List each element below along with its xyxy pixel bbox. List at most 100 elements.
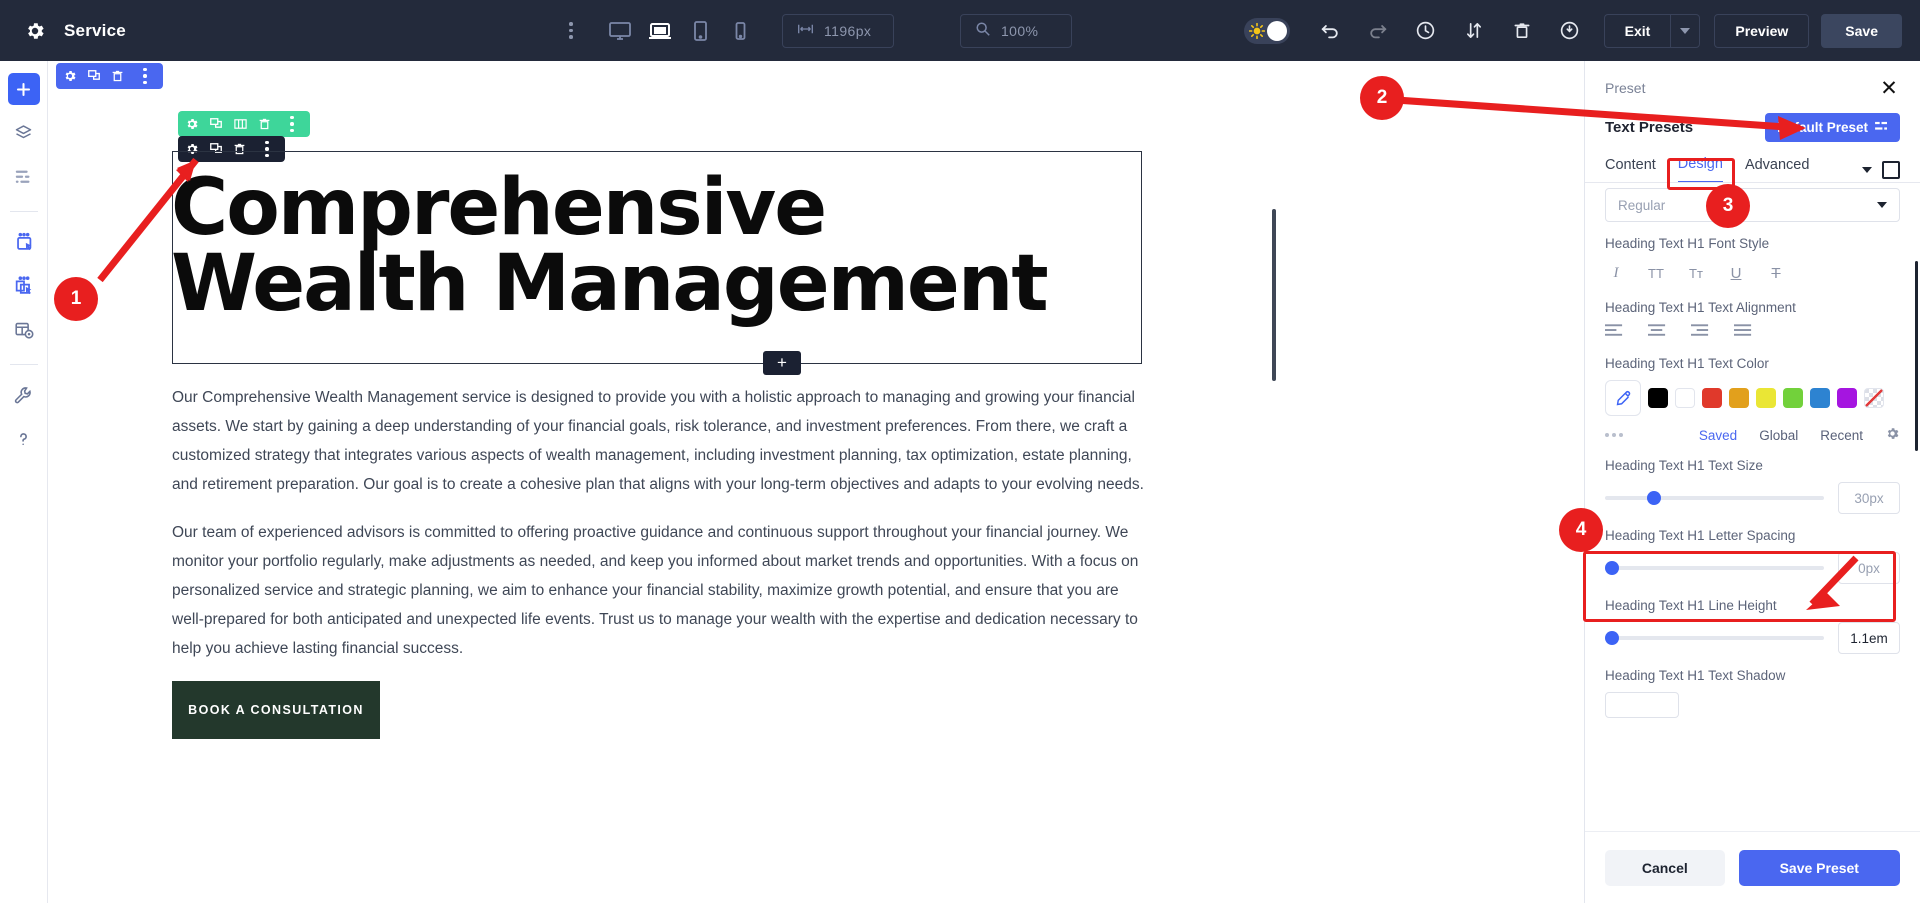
- wrench-icon[interactable]: [8, 379, 40, 411]
- list-icon[interactable]: [8, 161, 40, 193]
- font-weight-select[interactable]: Regular: [1605, 188, 1900, 222]
- line-height-field[interactable]: 1.1em: [1838, 622, 1900, 654]
- block-select-icon[interactable]: [8, 226, 40, 258]
- gear-icon[interactable]: [63, 69, 77, 83]
- preview-button[interactable]: Preview: [1714, 13, 1810, 48]
- save-button[interactable]: Save: [1821, 13, 1902, 48]
- sort-transfer-icon[interactable]: [1457, 14, 1491, 48]
- line-height-slider[interactable]: [1605, 631, 1824, 645]
- heading-text[interactable]: Comprehensive Wealth Management: [171, 152, 1141, 323]
- duplicate-icon[interactable]: [209, 117, 223, 131]
- align-right-icon[interactable]: [1691, 324, 1710, 342]
- exit-button[interactable]: Exit: [1603, 13, 1671, 48]
- cancel-button[interactable]: Cancel: [1605, 849, 1725, 886]
- section-toolbar-green[interactable]: [178, 111, 310, 137]
- gear-icon[interactable]: [1885, 426, 1900, 444]
- trash-icon[interactable]: [111, 69, 124, 83]
- gear-icon[interactable]: [24, 20, 46, 42]
- swatch-transparent[interactable]: [1864, 388, 1884, 408]
- power-icon[interactable]: [1553, 14, 1587, 48]
- heading-element-box[interactable]: Comprehensive Wealth Management +: [171, 151, 1142, 375]
- tablet-icon[interactable]: [680, 14, 720, 48]
- blocks-copy-select-icon[interactable]: [8, 270, 40, 302]
- swatch-orange[interactable]: [1729, 388, 1749, 408]
- more-vertical-icon[interactable]: [134, 63, 156, 89]
- font-style-group: Heading Text H1 Font Style I TT Tᴛ U T: [1605, 236, 1900, 286]
- columns-icon[interactable]: [233, 117, 248, 131]
- redo-icon[interactable]: [1361, 14, 1395, 48]
- swatch-purple[interactable]: [1837, 388, 1857, 408]
- section-toolbar-blue[interactable]: [56, 63, 163, 89]
- swatch-blue[interactable]: [1810, 388, 1830, 408]
- swatch-yellow[interactable]: [1756, 388, 1776, 408]
- width-arrows-icon: [797, 22, 814, 39]
- gear-icon[interactable]: [185, 117, 199, 131]
- text-presets-label: Text Presets: [1605, 119, 1694, 136]
- swatch-white[interactable]: [1675, 388, 1695, 408]
- annotation-marker-3: 3: [1706, 184, 1750, 228]
- question-icon[interactable]: [8, 423, 40, 455]
- text-size-slider[interactable]: [1605, 491, 1824, 505]
- chevron-down-icon[interactable]: [1670, 13, 1701, 48]
- align-left-icon[interactable]: [1605, 324, 1624, 342]
- add-element-tab[interactable]: +: [763, 351, 801, 375]
- line-height-slider-knob[interactable]: [1605, 631, 1619, 645]
- align-center-icon[interactable]: [1648, 324, 1667, 342]
- swatch-green[interactable]: [1783, 388, 1803, 408]
- history-icon[interactable]: [1409, 14, 1443, 48]
- laptop-icon[interactable]: [640, 14, 680, 48]
- layers-icon[interactable]: [8, 117, 40, 149]
- zoom-field[interactable]: 100%: [960, 13, 1072, 48]
- swatch-black[interactable]: [1648, 388, 1668, 408]
- trash-icon[interactable]: [1505, 14, 1539, 48]
- text-shadow-control[interactable]: [1605, 692, 1679, 718]
- underline-icon[interactable]: U: [1725, 265, 1747, 282]
- editor-canvas[interactable]: Comprehensive Wealth Management + Our Co…: [48, 61, 1280, 903]
- alignment-icons: [1605, 324, 1900, 342]
- body-copy[interactable]: Our Comprehensive Wealth Management serv…: [172, 383, 1152, 682]
- monitor-icon[interactable]: [600, 14, 640, 48]
- undo-icon[interactable]: [1313, 14, 1347, 48]
- default-preset-button[interactable]: Default Preset: [1765, 113, 1900, 142]
- text-size-label: Heading Text H1 Text Size: [1605, 458, 1763, 473]
- text-size-slider-knob[interactable]: [1646, 491, 1661, 505]
- canvas-width-field[interactable]: 1196px: [782, 13, 894, 48]
- theme-toggle[interactable]: [1243, 17, 1290, 44]
- panel-scrollbar[interactable]: [1915, 261, 1918, 451]
- more-horizontal-icon[interactable]: [1605, 433, 1623, 437]
- mobile-icon[interactable]: [720, 14, 760, 48]
- save-preset-button[interactable]: Save Preset: [1738, 849, 1900, 886]
- more-vertical-icon[interactable]: [281, 111, 303, 137]
- panel-header: Preset ✕: [1585, 61, 1920, 105]
- close-icon[interactable]: ✕: [1878, 77, 1900, 99]
- add-element-button[interactable]: [7, 73, 40, 105]
- color-tab-saved[interactable]: Saved: [1699, 428, 1737, 443]
- page-title: Service: [64, 20, 126, 40]
- text-size-field[interactable]: 30px: [1838, 482, 1900, 514]
- trash-icon[interactable]: [258, 117, 271, 131]
- align-justify-icon[interactable]: [1734, 324, 1753, 342]
- chevron-down-icon[interactable]: [1862, 166, 1872, 173]
- strikethrough-icon[interactable]: T: [1765, 265, 1787, 282]
- preset-swap-icon: [1875, 120, 1888, 135]
- page-gear-icon[interactable]: [8, 314, 40, 346]
- swatch-red[interactable]: [1702, 388, 1722, 408]
- color-tab-recent[interactable]: Recent: [1820, 428, 1863, 443]
- cta-button[interactable]: BOOK A CONSULTATION: [172, 681, 380, 739]
- panel-body[interactable]: Regular Heading Text H1 Font Style I TT …: [1585, 178, 1920, 831]
- uppercase-icon[interactable]: TT: [1645, 266, 1667, 281]
- square-icon[interactable]: [1882, 160, 1900, 179]
- italic-icon[interactable]: I: [1605, 265, 1627, 282]
- paragraph-1: Our Comprehensive Wealth Management serv…: [172, 389, 1144, 493]
- canvas-scrollbar[interactable]: [1272, 209, 1276, 381]
- exit-button-group[interactable]: Exit: [1603, 13, 1701, 48]
- eyedropper-icon[interactable]: [1605, 380, 1641, 416]
- color-tab-global[interactable]: Global: [1759, 428, 1798, 443]
- capitalize-icon[interactable]: Tᴛ: [1685, 266, 1707, 281]
- more-vertical-icon[interactable]: [560, 18, 582, 44]
- duplicate-icon[interactable]: [87, 69, 101, 83]
- default-preset-label: Default Preset: [1777, 120, 1868, 135]
- font-style-icons: I TT Tᴛ U T: [1605, 260, 1900, 286]
- line-height-row: 1.1em: [1605, 622, 1900, 654]
- text-shadow-group: Heading Text H1 Text Shadow: [1605, 668, 1900, 718]
